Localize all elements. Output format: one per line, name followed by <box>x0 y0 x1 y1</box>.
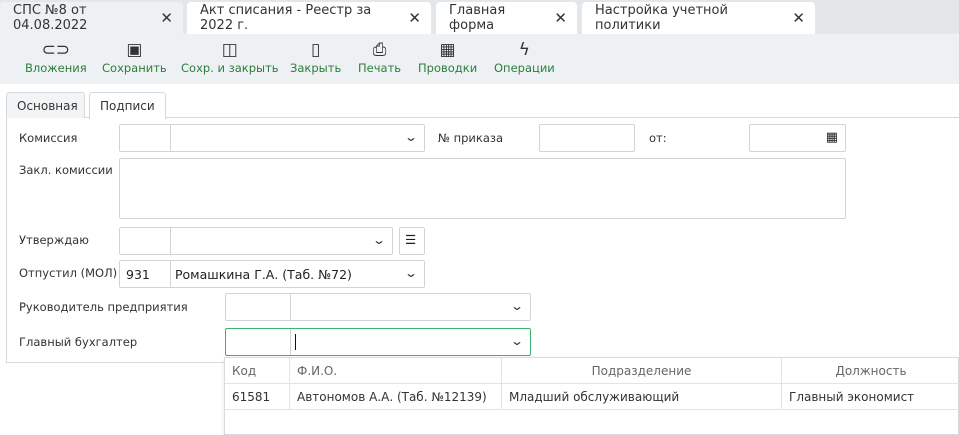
tree-button[interactable]: ☰ <box>399 227 425 255</box>
close-button[interactable]: ▯ Закрыть <box>290 39 341 75</box>
save-button[interactable]: ▣ Сохранить <box>102 39 167 75</box>
chevron-down-icon[interactable]: ⌄ <box>404 266 418 280</box>
order-number-input[interactable] <box>539 124 635 152</box>
button-label: Вложения <box>25 61 87 75</box>
released-label: Отпустил (МОЛ) <box>19 266 118 280</box>
cell-position: Главный экономист <box>782 384 959 410</box>
button-label: Сохранить <box>102 61 167 75</box>
cell-name: Автономов А.А. (Таб. №12139) <box>290 384 502 410</box>
close-icon[interactable]: ✕ <box>408 9 421 27</box>
calculator-icon: ▦ <box>439 40 456 60</box>
released-code: 931 <box>126 267 150 282</box>
tab-label: Главная форма <box>449 3 506 33</box>
accountant-label: Главный бухгалтер <box>19 335 138 349</box>
door-icon: ▯ <box>310 40 321 60</box>
tab-signatures[interactable]: Подписи <box>89 92 166 119</box>
button-label: Сохр. и закрыть <box>181 61 279 75</box>
printer-icon: ⎙ <box>372 40 387 60</box>
cell-department: Младший обслуживающий <box>502 384 782 410</box>
commission-label: Комиссия <box>19 131 78 145</box>
chevron-down-icon[interactable]: ⌄ <box>404 130 418 144</box>
chevron-down-icon[interactable]: ⌄ <box>372 233 386 247</box>
column-header-department[interactable]: Подразделение <box>502 358 782 384</box>
close-icon[interactable]: ✕ <box>554 9 567 27</box>
button-label: Проводки <box>418 61 478 75</box>
doc-tab-act[interactable]: Акт списания - Реестр за 2022 г. ✕ <box>187 2 431 34</box>
chevron-down-icon[interactable]: ⌄ <box>510 299 524 313</box>
released-name: Ромашкина Г.А. (Таб. №72) <box>175 267 352 282</box>
doc-tab-sps[interactable]: СПС №8 от 04.08.2022 ✕ <box>0 2 183 34</box>
conclusion-textarea[interactable] <box>119 158 846 219</box>
save-icon: ▣ <box>126 40 143 60</box>
tab-label: Акт списания - Реестр за 2022 г. <box>200 3 372 33</box>
close-icon[interactable]: ✕ <box>792 9 805 27</box>
button-label: Печать <box>358 61 402 75</box>
tab-label: Настройка учетной политики <box>595 3 728 33</box>
order-date-input[interactable]: ▦ <box>749 124 846 152</box>
button-label: Операции <box>494 61 555 75</box>
text-cursor <box>295 334 296 350</box>
released-select[interactable]: 931 Ромашкина Г.А. (Таб. №72) ⌄ <box>119 260 425 288</box>
print-button[interactable]: ⎙ Печать <box>358 39 401 75</box>
lightning-icon: ϟ <box>518 40 530 60</box>
save-close-icon: ◫ <box>221 40 238 60</box>
button-label: Закрыть <box>290 61 342 75</box>
order-label: № приказа <box>438 131 504 145</box>
postings-button[interactable]: ▦ Проводки <box>418 39 477 75</box>
attachments-button[interactable]: ⊂⊃ Вложения <box>25 39 87 75</box>
save-close-button[interactable]: ◫ Сохр. и закрыть <box>181 39 279 75</box>
operations-button[interactable]: ϟ Операции <box>494 39 555 75</box>
document-tabs: СПС №8 от 04.08.2022 ✕ Акт списания - Рее… <box>0 0 959 34</box>
chevron-down-icon[interactable]: ⌄ <box>510 334 524 348</box>
paperclip-icon: ⊂⊃ <box>41 40 71 60</box>
employee-dropdown: Код Ф.И.О. Подразделение Должность 61581… <box>224 357 959 435</box>
head-select[interactable]: ⌄ <box>225 293 531 321</box>
column-header-position[interactable]: Должность <box>782 358 959 384</box>
conclusion-label: Закл. комиссии <box>19 163 113 177</box>
tree-list-icon: ☰ <box>405 232 417 247</box>
approve-label: Утверждаю <box>19 233 89 247</box>
from-label: от: <box>649 131 667 145</box>
doc-tab-main[interactable]: Главная форма ✕ <box>436 2 577 34</box>
tab-main[interactable]: Основная <box>6 92 85 118</box>
approve-select[interactable]: ⌄ <box>119 227 393 255</box>
accountant-select[interactable]: ⌄ <box>225 328 531 356</box>
column-header-code[interactable]: Код <box>225 358 290 384</box>
commission-select[interactable]: ⌄ <box>119 124 425 152</box>
tab-label: СПС №8 от 04.08.2022 <box>13 3 88 33</box>
head-label: Руководитель предприятия <box>19 300 188 314</box>
close-icon[interactable]: ✕ <box>160 9 173 27</box>
toolbar: ⊂⊃ Вложения ▣ Сохранить ◫ Сохр. и закрыть ▯… <box>0 34 959 84</box>
calendar-icon[interactable]: ▦ <box>826 130 838 145</box>
cell-code: 61581 <box>225 384 290 410</box>
column-header-name[interactable]: Ф.И.О. <box>290 358 502 384</box>
doc-tab-settings[interactable]: Настройка учетной политики ✕ <box>582 2 815 34</box>
